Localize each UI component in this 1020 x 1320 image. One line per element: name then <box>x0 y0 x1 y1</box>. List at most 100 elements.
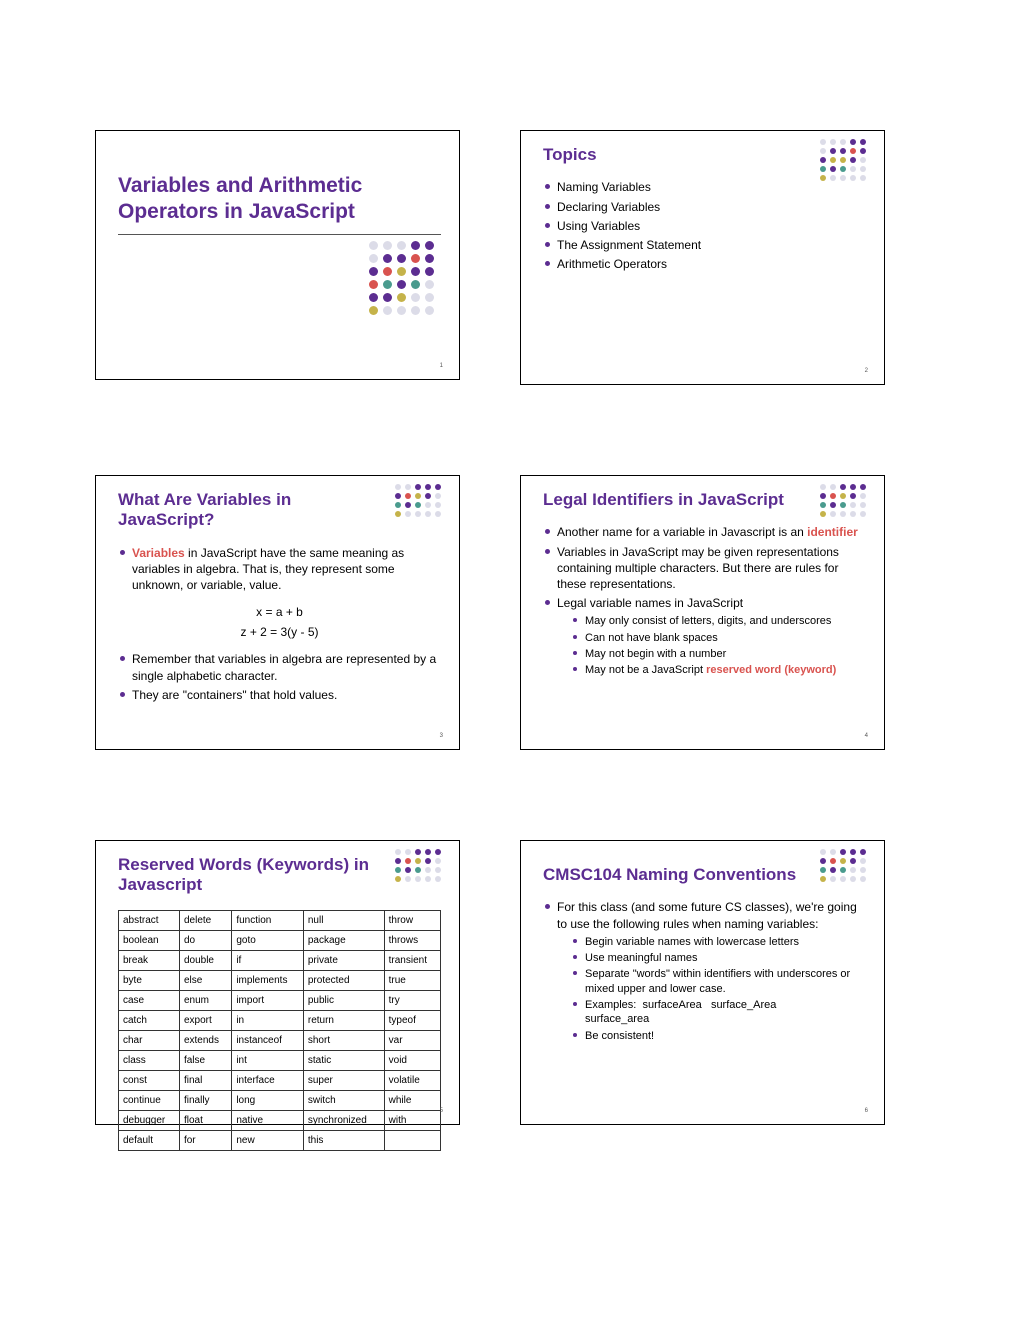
table-cell: synchronized <box>303 1110 384 1130</box>
table-cell: export <box>179 1010 231 1030</box>
table-cell: case <box>119 990 180 1010</box>
table-row: abstractdeletefunctionnullthrow <box>119 910 441 930</box>
table-cell: throw <box>384 910 440 930</box>
table-row: continuefinallylongswitchwhile <box>119 1090 441 1110</box>
list-item: Variables in JavaScript may be given rep… <box>543 544 866 593</box>
table-cell: implements <box>232 970 304 990</box>
content-list: For this class (and some future CS class… <box>543 899 866 1042</box>
table-cell: class <box>119 1050 180 1070</box>
slide-1: Variables and Arithmetic Operators in Ja… <box>95 130 460 380</box>
list-item: May not be a JavaScript reserved word (k… <box>573 663 866 677</box>
table-cell: enum <box>179 990 231 1010</box>
table-cell: switch <box>303 1090 384 1110</box>
table-cell: float <box>179 1110 231 1130</box>
table-row: constfinalinterfacesupervolatile <box>119 1070 441 1090</box>
list-item: Arithmetic Operators <box>543 256 866 272</box>
decorative-dots <box>820 484 870 517</box>
table-cell: goto <box>232 930 304 950</box>
table-cell: debugger <box>119 1110 180 1130</box>
page-number: 3 <box>440 733 443 739</box>
topic-list: Naming Variables Declaring Variables Usi… <box>543 179 866 272</box>
sub-list: Begin variable names with lowercase lett… <box>573 935 866 1043</box>
row-3: Reserved Words (Keywords) in Javascript … <box>95 840 960 1125</box>
list-item: Remember that variables in algebra are r… <box>118 651 441 683</box>
slide-6: CMSC104 Naming Conventions For this clas… <box>520 840 885 1125</box>
slide-title: Reserved Words (Keywords) in Javascript <box>118 855 383 896</box>
page-number: 5 <box>440 1108 443 1114</box>
list-item: May not begin with a number <box>573 647 866 661</box>
slide-title: CMSC104 Naming Conventions <box>543 865 808 885</box>
table-cell: protected <box>303 970 384 990</box>
table-cell: const <box>119 1070 180 1090</box>
table-cell: return <box>303 1010 384 1030</box>
table-cell: char <box>119 1030 180 1050</box>
table-cell: function <box>232 910 304 930</box>
decorative-dots <box>820 139 870 181</box>
table-row: breakdoubleifprivatetransient <box>119 950 441 970</box>
table-cell: instanceof <box>232 1030 304 1050</box>
slide-title: What Are Variables in JavaScript? <box>118 490 383 531</box>
list-item: They are "containers" that hold values. <box>118 687 441 703</box>
content-list: Another name for a variable in Javascrip… <box>543 524 866 677</box>
table-cell: super <box>303 1070 384 1090</box>
list-item: Variables in JavaScript have the same me… <box>118 545 441 594</box>
table-cell: static <box>303 1050 384 1070</box>
slide-5: Reserved Words (Keywords) in Javascript … <box>95 840 460 1125</box>
table-row: debuggerfloatnativesynchronizedwith <box>119 1110 441 1130</box>
table-row: byteelseimplementsprotectedtrue <box>119 970 441 990</box>
content-list: Variables in JavaScript have the same me… <box>118 545 441 594</box>
table-cell: delete <box>179 910 231 930</box>
list-item: Declaring Variables <box>543 199 866 215</box>
slide-4: Legal Identifiers in JavaScript Another … <box>520 475 885 750</box>
page-number: 4 <box>865 733 868 739</box>
table-cell: throws <box>384 930 440 950</box>
table-row: classfalseintstaticvoid <box>119 1050 441 1070</box>
list-item: Use meaningful names <box>573 951 866 965</box>
decorative-dots <box>395 849 445 882</box>
table-row: catchexportinreturntypeof <box>119 1010 441 1030</box>
table-cell: package <box>303 930 384 950</box>
page-number: 6 <box>865 1108 868 1114</box>
table-row: defaultfornewthis <box>119 1130 441 1150</box>
table-cell: transient <box>384 950 440 970</box>
slide-title: Legal Identifiers in JavaScript <box>543 490 808 510</box>
table-cell: for <box>179 1130 231 1150</box>
table-row: booleandogotopackagethrows <box>119 930 441 950</box>
table-cell: this <box>303 1130 384 1150</box>
list-item: Using Variables <box>543 218 866 234</box>
table-cell: true <box>384 970 440 990</box>
table-cell: if <box>232 950 304 970</box>
title-block: Variables and Arithmetic Operators in Ja… <box>118 173 441 235</box>
table-cell: final <box>179 1070 231 1090</box>
table-cell: double <box>179 950 231 970</box>
table-row: charextendsinstanceofshortvar <box>119 1030 441 1050</box>
table-cell: private <box>303 950 384 970</box>
table-cell: import <box>232 990 304 1010</box>
list-item: Legal variable names in JavaScript May o… <box>543 595 866 677</box>
table-cell: var <box>384 1030 440 1050</box>
table-cell: catch <box>119 1010 180 1030</box>
slide-title: Topics <box>543 145 808 165</box>
table-cell: else <box>179 970 231 990</box>
table-cell: short <box>303 1030 384 1050</box>
content-list: Remember that variables in algebra are r… <box>118 651 441 703</box>
table-cell: do <box>179 930 231 950</box>
table-cell: boolean <box>119 930 180 950</box>
table-cell: public <box>303 990 384 1010</box>
table-cell: long <box>232 1090 304 1110</box>
table-cell: int <box>232 1050 304 1070</box>
equation: z + 2 = 3(y - 5) <box>118 625 441 639</box>
decorative-dots <box>820 849 870 882</box>
list-item: Naming Variables <box>543 179 866 195</box>
list-item: For this class (and some future CS class… <box>543 899 866 1042</box>
list-item: Can not have blank spaces <box>573 631 866 645</box>
list-item: Begin variable names with lowercase lett… <box>573 935 866 949</box>
list-item: Be consistent! <box>573 1029 866 1043</box>
table-cell: native <box>232 1110 304 1130</box>
row-2: What Are Variables in JavaScript? Variab… <box>95 475 960 750</box>
row-1: Variables and Arithmetic Operators in Ja… <box>95 130 960 385</box>
list-item: May only consist of letters, digits, and… <box>573 614 866 628</box>
decorative-dots-large <box>369 241 439 315</box>
list-item: The Assignment Statement <box>543 237 866 253</box>
list-item: Another name for a variable in Javascrip… <box>543 524 866 540</box>
